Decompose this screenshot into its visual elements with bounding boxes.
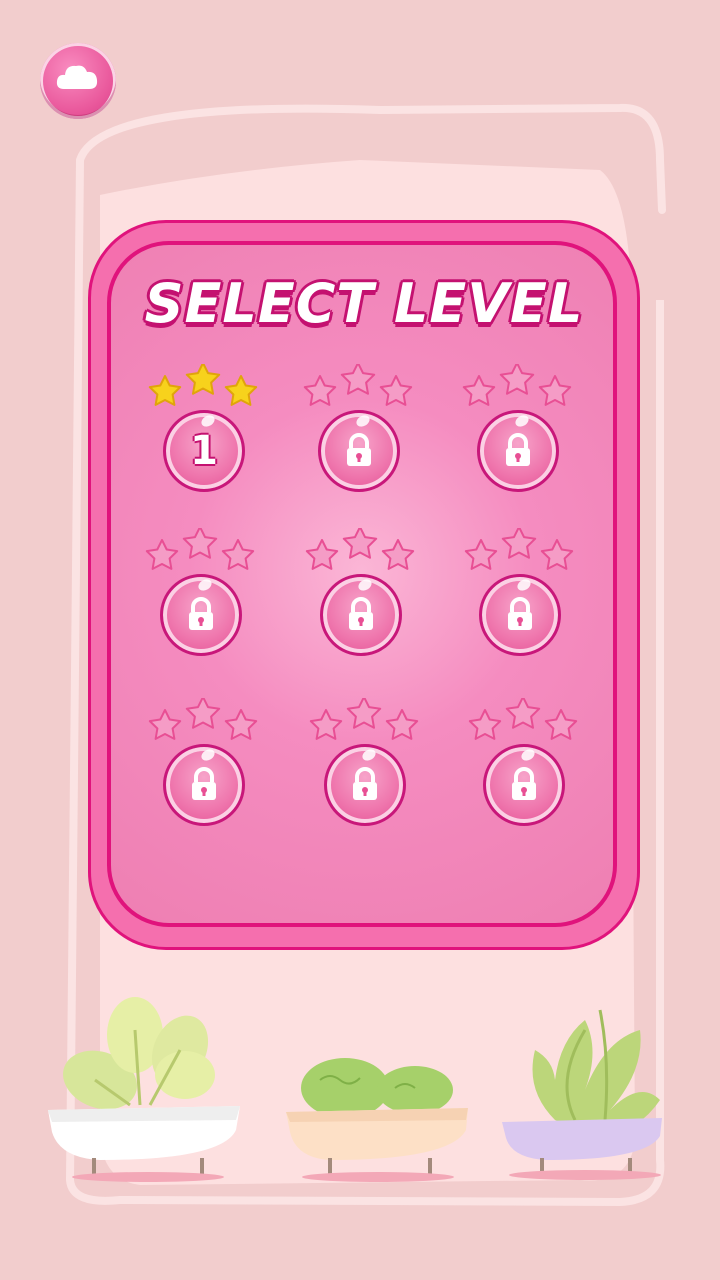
star-empty-icon	[309, 709, 343, 740]
star-empty-icon	[221, 539, 255, 570]
star-empty-icon	[342, 528, 378, 559]
star-empty-icon	[305, 539, 339, 570]
star-empty-icon	[381, 539, 415, 570]
lock-icon	[353, 767, 377, 800]
star-rating	[148, 364, 258, 406]
level-button-7[interactable]	[141, 698, 271, 828]
star-rating	[309, 698, 419, 740]
star-empty-icon	[505, 698, 541, 729]
star-empty-icon	[538, 375, 572, 406]
star-rating	[305, 528, 415, 570]
star-filled-icon	[148, 375, 182, 406]
star-empty-icon	[182, 528, 218, 559]
lock-icon	[349, 597, 373, 630]
level-button-5[interactable]	[298, 528, 428, 658]
star-filled-icon	[185, 364, 221, 395]
star-rating	[148, 698, 258, 740]
star-empty-icon	[303, 375, 337, 406]
star-rating	[145, 528, 255, 570]
star-empty-icon	[145, 539, 179, 570]
star-empty-icon	[340, 364, 376, 395]
star-empty-icon	[224, 709, 258, 740]
level-button-3[interactable]	[455, 364, 585, 494]
star-empty-icon	[544, 709, 578, 740]
star-empty-icon	[501, 528, 537, 559]
lock-icon	[347, 433, 371, 466]
cloud-back-icon	[56, 65, 98, 89]
star-empty-icon	[385, 709, 419, 740]
star-rating	[464, 528, 574, 570]
level-button-6[interactable]	[457, 528, 587, 658]
star-filled-icon	[224, 375, 258, 406]
star-empty-icon	[148, 709, 182, 740]
lock-icon	[192, 767, 216, 800]
lock-icon	[189, 597, 213, 630]
plant-decor	[48, 997, 662, 1182]
level-button-4[interactable]	[138, 528, 268, 658]
star-empty-icon	[185, 698, 221, 729]
level-button-9[interactable]	[461, 698, 591, 828]
star-empty-icon	[462, 375, 496, 406]
star-empty-icon	[464, 539, 498, 570]
level-button-8[interactable]	[302, 698, 432, 828]
page-title: SELECT LEVEL	[144, 272, 584, 335]
lock-icon	[512, 767, 536, 800]
level-button-2[interactable]	[296, 364, 426, 494]
star-rating	[468, 698, 578, 740]
star-empty-icon	[540, 539, 574, 570]
level-button-1[interactable]: 1	[141, 364, 271, 494]
star-rating	[462, 364, 572, 406]
star-empty-icon	[379, 375, 413, 406]
star-empty-icon	[346, 698, 382, 729]
back-button[interactable]	[40, 43, 116, 119]
star-empty-icon	[499, 364, 535, 395]
leafy-greens-icon	[63, 997, 215, 1110]
star-rating	[303, 364, 413, 406]
lock-icon	[508, 597, 532, 630]
lock-icon	[506, 433, 530, 466]
star-empty-icon	[468, 709, 502, 740]
lavender-pot	[502, 1118, 662, 1160]
